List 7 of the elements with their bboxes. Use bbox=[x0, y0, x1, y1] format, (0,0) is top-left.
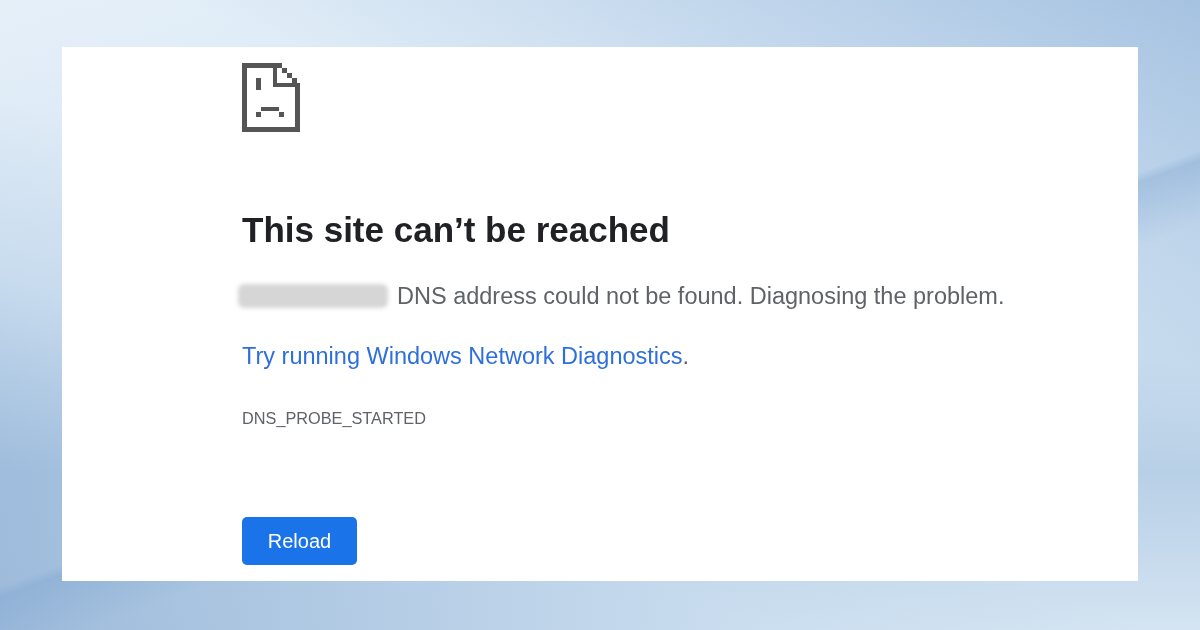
error-message: DNS address could not be found. Diagnosing the problem. bbox=[397, 282, 1005, 311]
error-code: DNS_PROBE_STARTED bbox=[242, 408, 426, 429]
diagnostics-link[interactable]: Try running Windows Network Diagnostics bbox=[242, 343, 683, 369]
sad-page-icon bbox=[242, 63, 300, 132]
suggestion-text: Try running Windows Network Diagnostics. bbox=[242, 342, 690, 371]
error-heading: This site can’t be reached bbox=[242, 210, 670, 250]
reload-button[interactable]: Reload bbox=[242, 517, 357, 565]
